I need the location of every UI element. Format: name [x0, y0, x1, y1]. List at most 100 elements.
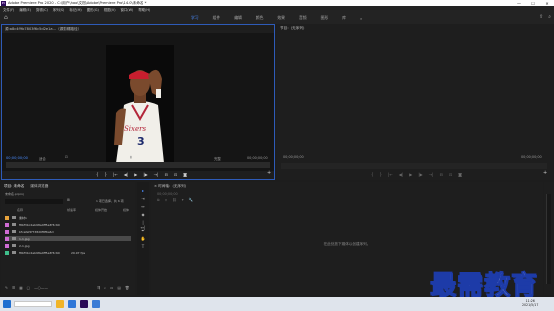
- program-timecode[interactable]: 00;00;00;00: [283, 155, 304, 159]
- track-select-tool-icon[interactable]: ⇥: [140, 196, 146, 201]
- mark-in-button[interactable]: {: [96, 172, 99, 177]
- column-media-start[interactable]: 媒体开始: [95, 208, 123, 213]
- program-monitor-header[interactable]: 节目：(无序列): [277, 24, 553, 32]
- tab-media-browser[interactable]: 媒体浏览器: [30, 184, 48, 189]
- start-icon[interactable]: [3, 300, 11, 308]
- source-fit-dropdown[interactable]: 适合: [39, 156, 46, 161]
- hand-tool-icon[interactable]: ✋: [140, 236, 146, 241]
- insert-button[interactable]: ⊟: [164, 172, 167, 177]
- project-search-input[interactable]: [5, 199, 63, 204]
- project-list-item[interactable]: 素材1: [5, 215, 131, 220]
- nest-icon[interactable]: ⧉: [157, 198, 160, 202]
- project-list-item[interactable]: f8bf3bc2ab98a4ff5a3f3c60: [5, 222, 131, 227]
- tab-editing[interactable]: 编辑: [234, 15, 242, 21]
- menu-clip[interactable]: 剪辑(C): [36, 7, 48, 12]
- find-icon[interactable]: ⌕: [104, 286, 106, 290]
- menu-window[interactable]: 窗口(W): [121, 7, 134, 12]
- export-frame-button[interactable]: ◙: [183, 172, 187, 177]
- add-marker-icon[interactable]: ▾: [182, 198, 184, 202]
- zoom-slider[interactable]: —○——: [34, 286, 48, 290]
- menu-file[interactable]: 文件(F): [3, 7, 14, 12]
- tab-graphics[interactable]: 图形: [321, 15, 329, 21]
- program-lift-icon[interactable]: ⊟: [439, 172, 442, 177]
- program-add-button[interactable]: +: [543, 170, 547, 176]
- menu-marker[interactable]: 标记(M): [69, 7, 81, 12]
- program-mark-out-icon[interactable]: }: [380, 172, 383, 177]
- menu-help[interactable]: 帮助(H): [138, 7, 150, 12]
- timeline-settings-icon[interactable]: 🔧: [189, 198, 193, 202]
- tab-assembly[interactable]: 组件: [213, 15, 221, 21]
- mark-out-button[interactable]: }: [105, 172, 108, 177]
- source-settings-icon[interactable]: ⊡: [65, 155, 68, 159]
- selection-tool-icon[interactable]: ▸: [140, 188, 146, 193]
- program-step-forward-icon[interactable]: |▶: [418, 172, 422, 177]
- bin-icon[interactable]: ⊞: [67, 198, 70, 202]
- column-name[interactable]: 名称: [5, 208, 67, 213]
- workspace-overflow[interactable]: »: [360, 16, 362, 21]
- premiere-taskbar-icon[interactable]: [80, 300, 88, 308]
- go-to-in-button[interactable]: |←: [113, 172, 118, 177]
- new-item-icon[interactable]: ▤: [117, 286, 120, 290]
- taskbar-clock[interactable]: 11:26 2021/5/17: [522, 299, 538, 307]
- tab-project[interactable]: 项目: 未命名: [4, 184, 24, 189]
- slip-tool-icon[interactable]: |↔|: [140, 220, 146, 230]
- automate-icon[interactable]: ⇶: [97, 286, 100, 290]
- snap-icon[interactable]: ∩: [165, 198, 168, 202]
- program-go-to-out-icon[interactable]: →|: [429, 172, 434, 177]
- taskbar-date: 2021/5/17: [522, 303, 539, 307]
- timeline-timecode[interactable]: 00;00;00;00: [157, 192, 178, 196]
- menu-sequence[interactable]: 序列(S): [53, 7, 65, 12]
- ripple-edit-tool-icon[interactable]: ↔: [140, 204, 146, 209]
- word-icon[interactable]: [92, 300, 100, 308]
- play-button[interactable]: ▶: [134, 172, 137, 177]
- source-playhead-marker[interactable]: ▮: [130, 155, 132, 159]
- home-icon[interactable]: ⌂: [4, 14, 11, 21]
- program-export-frame-icon[interactable]: ◙: [458, 172, 462, 177]
- program-extract-icon[interactable]: ⊡: [449, 172, 452, 177]
- source-monitor-header[interactable]: 源:a8c4f9b7803f6c5d2e1a...（源剪辑路径）: [2, 25, 274, 33]
- step-forward-button[interactable]: |▶: [143, 172, 147, 177]
- project-list-item[interactable]: 2-1.jpg: [5, 243, 131, 248]
- program-step-back-icon[interactable]: ◀|: [399, 172, 403, 177]
- column-frame-rate[interactable]: 帧速率: [67, 208, 95, 213]
- tab-learning[interactable]: 学习: [191, 15, 199, 21]
- file-explorer-icon[interactable]: [56, 300, 64, 308]
- tab-effects[interactable]: 效果: [277, 15, 285, 21]
- menu-edit[interactable]: 编辑(E): [19, 7, 31, 12]
- project-list-item[interactable]: 1-1.jpg: [5, 236, 131, 241]
- tab-color[interactable]: 颜色: [256, 15, 264, 21]
- source-timecode[interactable]: 00;00;00;00: [6, 156, 28, 160]
- go-to-out-button[interactable]: →|: [154, 172, 159, 177]
- pencil-icon[interactable]: ✎: [5, 286, 8, 290]
- column-media[interactable]: 媒体: [123, 208, 129, 213]
- pen-tool-icon[interactable]: ✒: [140, 228, 146, 233]
- razor-tool-icon[interactable]: ◆: [140, 212, 146, 217]
- program-scrub-bar[interactable]: [281, 163, 547, 169]
- menu-view[interactable]: 视图(V): [104, 7, 116, 12]
- linked-selection-icon[interactable]: ⛓: [172, 198, 177, 202]
- step-back-button[interactable]: ◀|: [124, 172, 128, 177]
- source-scrub-bar[interactable]: [6, 162, 270, 168]
- menu-graphics[interactable]: 图形(G): [87, 7, 99, 12]
- program-go-to-in-icon[interactable]: |←: [388, 172, 393, 177]
- program-play-icon[interactable]: ▶: [409, 172, 412, 177]
- tab-audio[interactable]: 音频: [299, 15, 307, 21]
- share-icon[interactable]: ⇪: [539, 14, 543, 20]
- edge-icon[interactable]: [68, 300, 76, 308]
- source-resolution-dropdown[interactable]: 完整: [214, 156, 221, 161]
- overwrite-button[interactable]: ⊡: [174, 172, 177, 177]
- list-view-icon[interactable]: ☰: [12, 286, 15, 290]
- search-icon[interactable]: ⌕: [548, 14, 551, 20]
- type-tool-icon[interactable]: T: [140, 244, 146, 249]
- taskbar-search-input[interactable]: [14, 301, 52, 307]
- source-add-button[interactable]: +: [267, 170, 271, 176]
- freeform-view-icon[interactable]: ▢: [27, 286, 30, 290]
- trash-icon[interactable]: 🗑: [125, 286, 130, 290]
- icon-view-icon[interactable]: ▦: [19, 286, 22, 290]
- program-mark-in-icon[interactable]: {: [371, 172, 374, 177]
- project-list-item[interactable]: f8bf3bc2ab98a4ff5a3f3c60 29.97 fps: [5, 250, 131, 255]
- project-list-item[interactable]: bfcafef2f738d0f8f6a6d: [5, 229, 131, 234]
- timeline-header[interactable]: × 时间轴：(无序列): [151, 182, 543, 190]
- new-bin-icon[interactable]: ▭: [110, 286, 113, 290]
- tab-libraries[interactable]: 库: [342, 15, 346, 21]
